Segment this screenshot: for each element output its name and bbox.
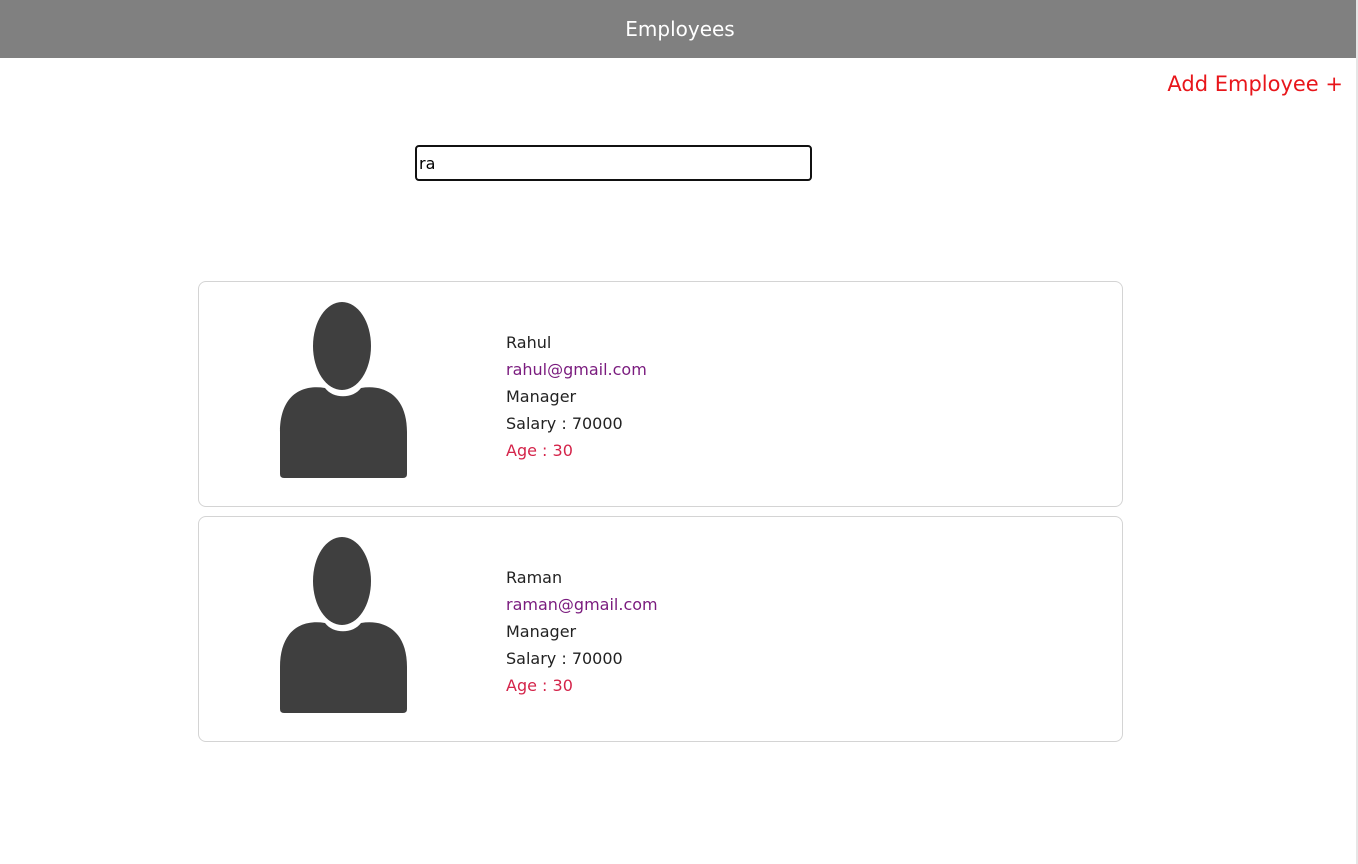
employee-email: raman@gmail.com bbox=[506, 595, 658, 614]
employees-page: Employees Add Employee + Rahul rahul@gma… bbox=[0, 0, 1358, 864]
add-employee-link[interactable]: Add Employee + bbox=[1167, 72, 1343, 96]
employee-details: Rahul rahul@gmail.com Manager Salary : 7… bbox=[506, 329, 647, 464]
person-avatar-icon bbox=[280, 302, 407, 478]
search-input[interactable] bbox=[415, 145, 812, 181]
employee-age: Age : 30 bbox=[506, 676, 573, 695]
person-avatar-icon bbox=[280, 537, 407, 713]
employee-salary: Salary : 70000 bbox=[506, 414, 623, 433]
employee-card: Rahul rahul@gmail.com Manager Salary : 7… bbox=[198, 281, 1123, 507]
app-header: Employees bbox=[0, 0, 1356, 58]
employee-email: rahul@gmail.com bbox=[506, 360, 647, 379]
employee-role: Manager bbox=[506, 387, 577, 406]
employee-role: Manager bbox=[506, 622, 577, 641]
employee-card: Raman raman@gmail.com Manager Salary : 7… bbox=[198, 516, 1123, 742]
employee-name: Raman bbox=[506, 568, 563, 587]
employee-name: Rahul bbox=[506, 333, 552, 352]
employee-details: Raman raman@gmail.com Manager Salary : 7… bbox=[506, 564, 658, 699]
employee-age: Age : 30 bbox=[506, 441, 573, 460]
page-title: Employees bbox=[625, 17, 735, 41]
employee-salary: Salary : 70000 bbox=[506, 649, 623, 668]
